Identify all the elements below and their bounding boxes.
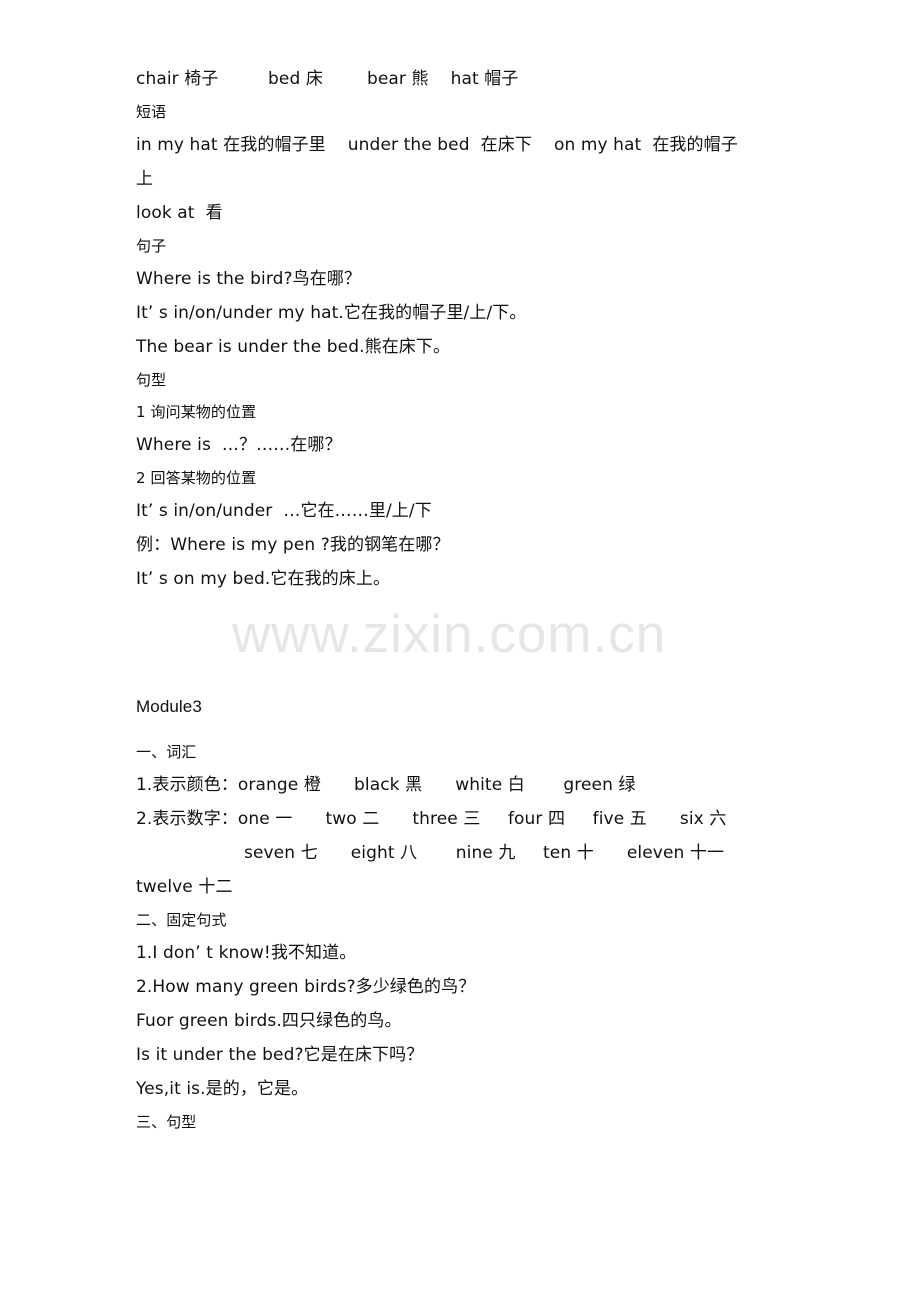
module-gap-1 [0,596,920,630]
patterns-heading: 句型 [136,371,167,389]
sentence-item: Where is the bird?鸟在哪？ [136,269,362,289]
vocabulary-line: chair 椅子 bed 床 bear 熊 hat 帽子 [136,69,519,89]
sentence-item: It’ s in/on/under my hat.它在我的帽子里/上/下。 [136,303,527,323]
module3-fixed-3: Is it under the bed?它是在床下吗？ [136,1045,424,1065]
module3-section-2-heading: 二、固定句式 [136,911,227,929]
document-content: chair 椅子 bed 床 bear 熊 hat 帽子 短语 in my ha… [0,0,920,1138]
phrases-line-wrap: 上 [136,169,154,189]
module-gap-3 [0,664,920,690]
pattern-1-text: Where is …？……在哪？ [136,435,342,455]
pattern-2-text: It’ s in/on/under …它在……里/上/下 [136,501,432,521]
document-page: www.zixin.com.cn chair 椅子 bed 床 bear 熊 h… [0,0,920,1302]
pattern-1-label: 1 询问某物的位置 [136,403,257,421]
module3-numbers-line-1: 2.表示数字：one 一 two 二 three 三 four 四 five 五… [136,809,727,829]
phrases-line: in my hat 在我的帽子里 under the bed 在床下 on my… [136,135,738,155]
module3-numbers-line-3: twelve 十二 [136,877,233,897]
module3-fixed-3-answer: Yes,it is.是的，它是。 [136,1079,309,1099]
module3-fixed-2: 2.How many green birds?多少绿色的鸟？ [136,977,476,997]
look-at-line: look at 看 [136,203,223,223]
module3-title-gap [0,724,920,736]
pattern-2-label: 2 回答某物的位置 [136,469,257,487]
module3-section-3-heading: 三、句型 [136,1113,197,1131]
module-gap-2 [0,630,920,664]
module3-fixed-2-answer: Fuor green birds.四只绿色的鸟。 [136,1011,402,1031]
phrases-heading: 短语 [136,103,167,121]
module3-section-1-heading: 一、词汇 [136,743,197,761]
top-spacer-1 [0,0,920,34]
example-answer: It’ s on my bed.它在我的床上。 [136,569,391,589]
module3-numbers-line-2: seven 七 eight 八 nine 九 ten 十 eleven 十一 [244,843,725,863]
top-spacer-2 [0,34,920,62]
sentences-heading: 句子 [136,237,167,255]
module3-fixed-1: 1.I don’ t know!我不知道。 [136,943,357,963]
module3-colors-line: 1.表示颜色：orange 橙 black 黑 white 白 green 绿 [136,775,636,795]
sentence-item: The bear is under the bed.熊在床下。 [136,337,451,357]
module3-title: Module3 [136,697,202,716]
example-question: 例：Where is my pen ?我的钢笔在哪？ [136,535,450,555]
